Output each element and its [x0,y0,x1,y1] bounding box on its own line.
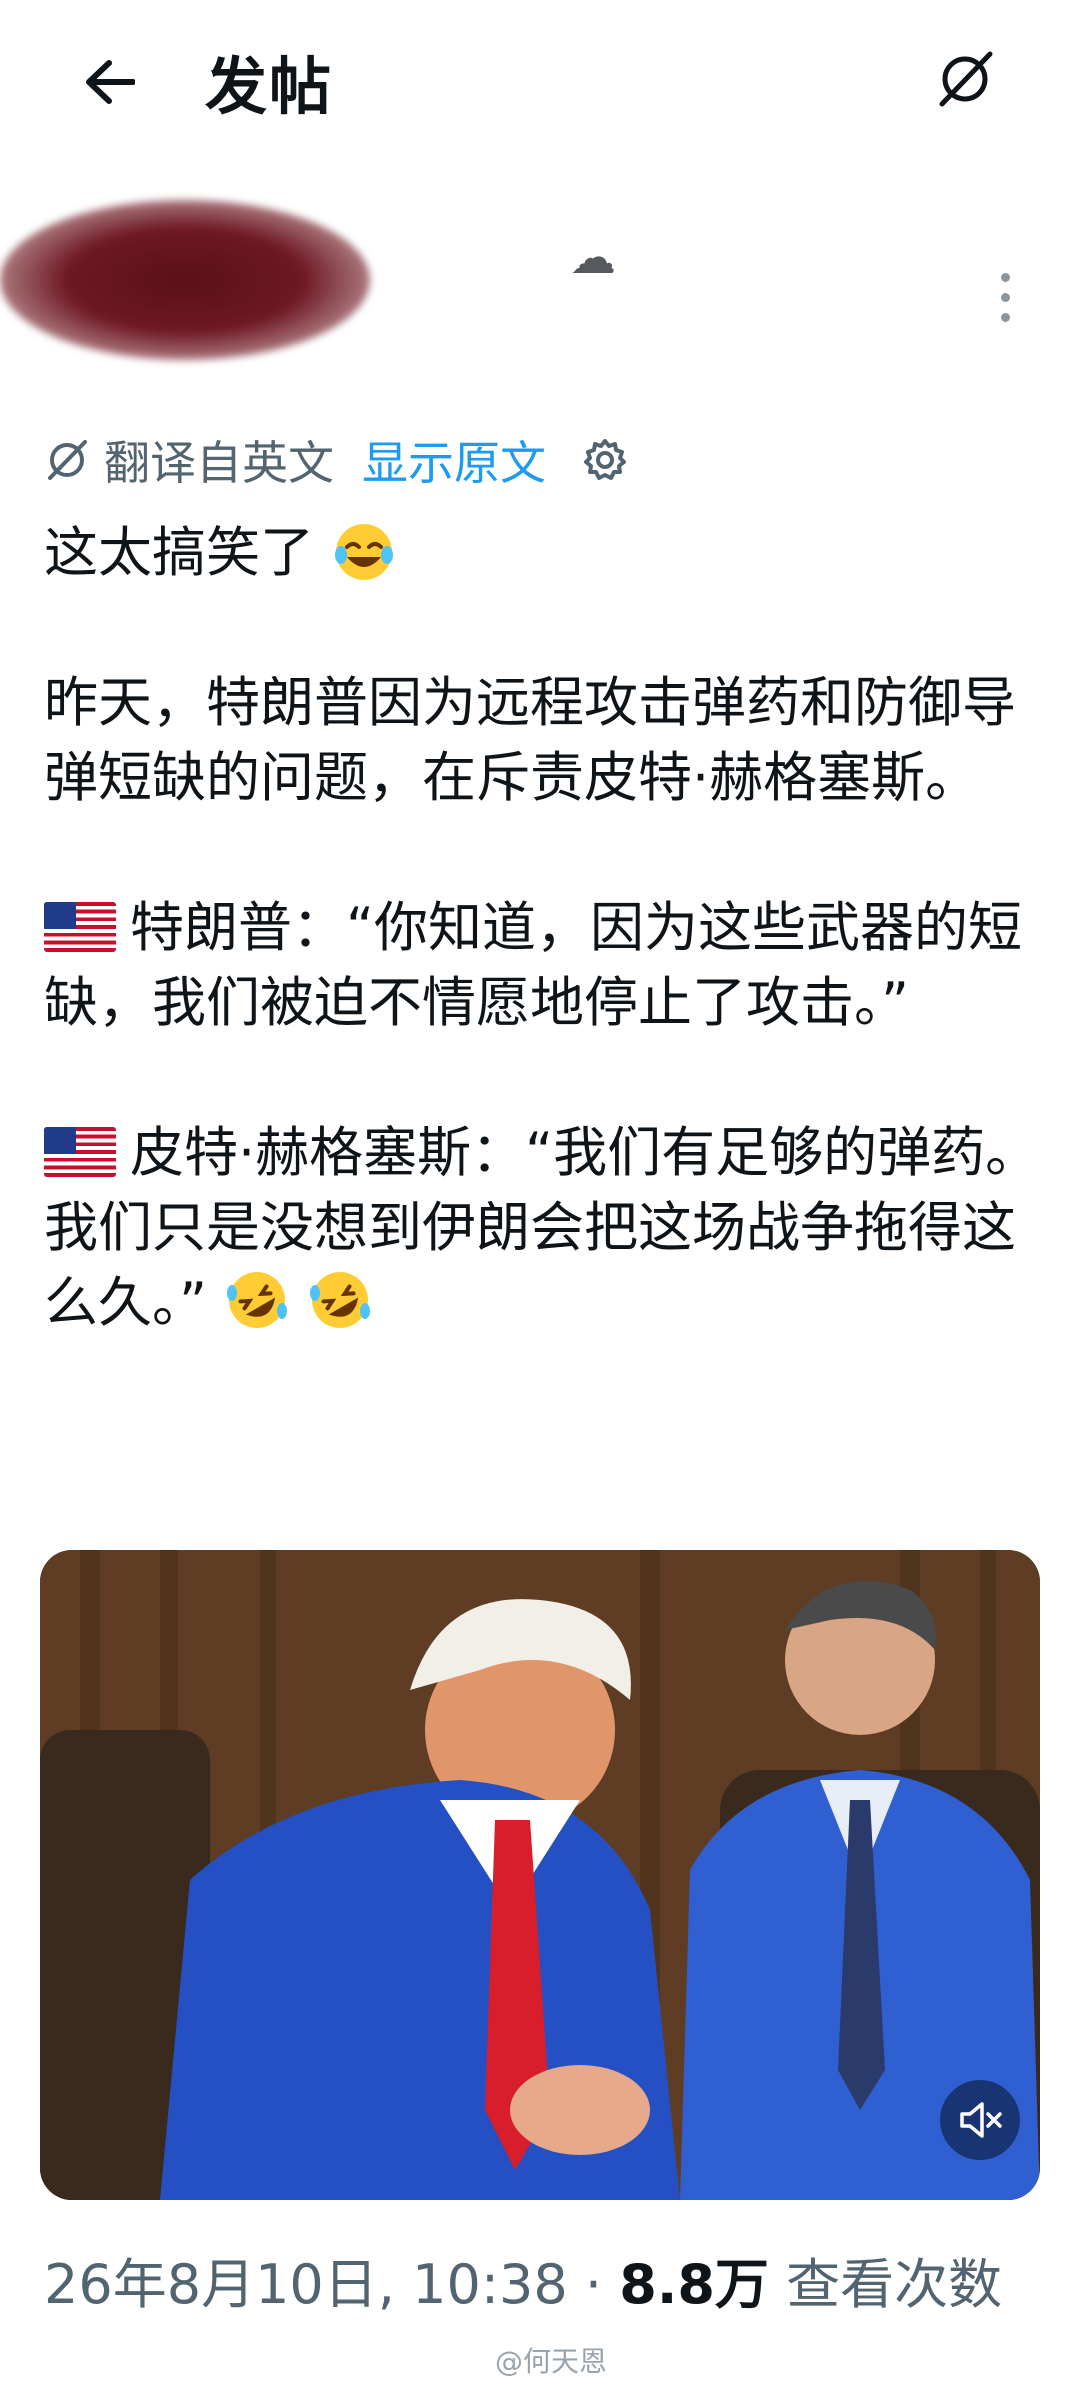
translate-slash-icon [939,51,993,107]
translation-row: 翻译自英文 显示原文 [44,425,630,495]
translation-settings-button[interactable] [580,435,630,485]
post-timestamp: 26年8月10日, 10:38 [44,2253,568,2316]
cloud-emoji: ☁ [570,230,616,284]
post-body: 这太搞笑了 昨天，特朗普因为远程攻击弹药和防御导弹短缺的问题，在斥责皮特·赫格塞… [44,515,1044,1340]
more-options-button[interactable] [985,262,1025,332]
watermark: @何天恩 [495,2345,608,2378]
post-paragraph-4: 皮特·赫格塞斯：“我们有足够的弹药。我们只是没想到伊朗会把这场战争拖得这么久。” [44,1115,1044,1340]
show-original-link[interactable]: 显示原文 [362,427,546,493]
page-title: 发帖 [205,50,334,123]
translation-label: 翻译自英文 [104,436,334,490]
post-paragraph-1: 这太搞笑了 [44,515,1044,590]
speaker-muted-icon [960,2102,1002,2138]
mute-button[interactable] [940,2080,1020,2160]
back-button[interactable] [70,42,150,122]
view-label: 查看次数 [786,2253,1003,2316]
face-with-tears-of-joy-emoji [335,524,394,580]
meta-separator: · [584,2253,603,2316]
translate-slash-icon [48,440,87,480]
top-bar: 发帖 [0,0,1080,160]
us-flag-emoji [44,902,116,952]
post-paragraph-3: 特朗普：“你知道，因为这些武器的短缺，我们被迫不情愿地停止了攻击。” [44,896,1022,1034]
view-count: 8.8万 [619,2253,769,2316]
translate-button[interactable] [920,34,1010,124]
rolling-on-floor-laughing-emoji [227,1272,288,1328]
post-media-video[interactable] [40,1550,1040,2200]
redacted-author [0,200,370,360]
post-meta: 26年8月10日, 10:38 · 8.8万 查看次数 [44,2240,1002,2319]
media-photo [40,1550,1040,2200]
arrow-left-icon [86,60,135,104]
us-flag-emoji [44,1127,116,1177]
gear-icon [584,439,626,480]
post-paragraph-2: 昨天，特朗普因为远程攻击弹药和防御导弹短缺的问题，在斥责皮特·赫格塞斯。 [44,671,1016,809]
vertical-dots-icon [1000,272,1010,282]
rolling-on-floor-laughing-emoji [310,1272,371,1328]
